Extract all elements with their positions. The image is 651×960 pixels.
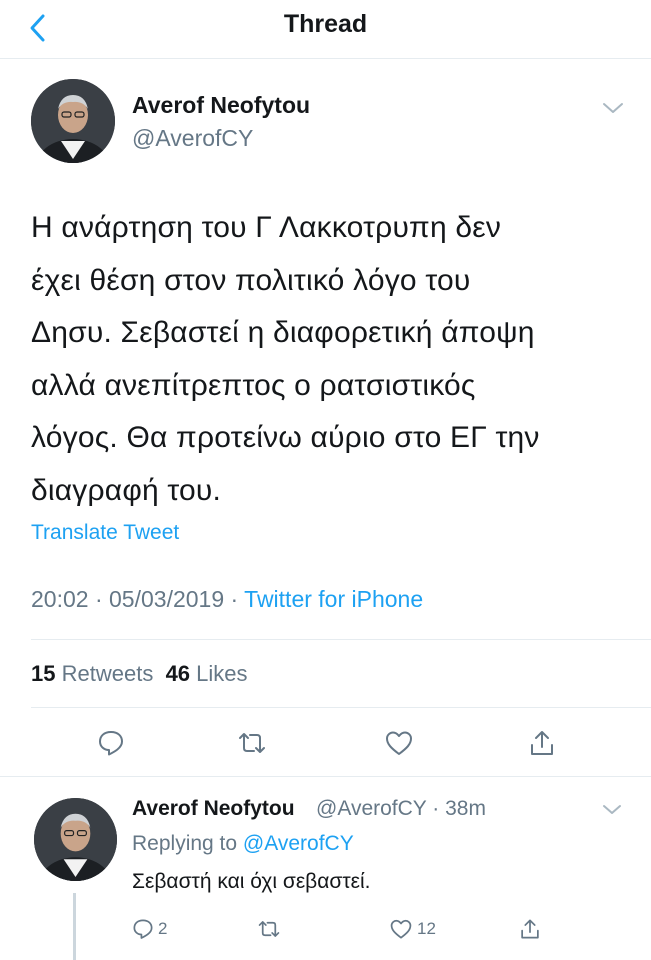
tweet-text-line: έχει θέση στον πολιτικό λόγο του <box>31 263 471 297</box>
reply-menu-button[interactable] <box>598 800 626 820</box>
retweets-count: 15 <box>31 661 56 686</box>
page-title: Thread <box>283 10 368 38</box>
tweet-text-line: αλλά ανεπίτρεπτος ο ρατσιστικός <box>31 368 476 402</box>
likes-stat[interactable]: 46 Likes <box>166 661 248 686</box>
reply-age: 38m <box>445 797 486 820</box>
meta-separator: · <box>224 586 245 612</box>
tweet-text-line: λόγος. Θα προτείνω αύριο στο ΕΓ την <box>31 421 540 454</box>
divider <box>31 639 651 640</box>
like-button[interactable] <box>379 723 419 763</box>
reply-author-name[interactable]: Averof Neofytou <box>132 797 295 821</box>
share-icon <box>521 919 539 939</box>
speech-bubble-icon <box>99 731 123 756</box>
likes-count: 46 <box>165 661 191 686</box>
heart-icon <box>386 731 412 755</box>
thread-header: Thread <box>0 0 651 59</box>
retweets-label: Retweets <box>61 661 154 686</box>
replying-to-link[interactable]: @AverofCY <box>243 832 354 855</box>
tweet-stats: 15 Retweets 46 Likes <box>31 661 248 687</box>
tweet-source-link[interactable]: Twitter for iPhone <box>244 586 423 612</box>
profile-photo <box>34 798 117 881</box>
replying-to: Replying to @AverofCY <box>132 832 354 856</box>
author-handle[interactable]: @AverofCY <box>132 125 253 152</box>
tweet-date: 05/03/2019 <box>109 586 225 612</box>
reply-text: Σεβαστή και όχι σεβαστεί. <box>132 870 371 893</box>
reply-button[interactable] <box>91 723 131 763</box>
tweet-text: Η ανάρτηση του Γ Λακκοτρυπη δεν έχει θέσ… <box>31 202 631 517</box>
reply-share-button[interactable] <box>519 914 541 944</box>
like-count: 12 <box>417 919 436 938</box>
tweet-time: 20:02 <box>31 586 89 612</box>
translate-tweet-link[interactable]: Translate Tweet <box>31 521 179 545</box>
heart-icon <box>390 919 412 939</box>
retweet-button[interactable] <box>232 723 272 763</box>
tweet-text-line: Δησυ. Σεβαστεί η διαφορετική άποψη <box>31 316 535 349</box>
likes-label: Likes <box>196 661 248 686</box>
chevron-down-icon <box>603 805 621 814</box>
profile-photo <box>31 79 115 163</box>
divider <box>0 776 651 777</box>
retweet-icon <box>258 921 280 937</box>
reply-like-button[interactable]: 12 <box>389 914 436 944</box>
reply-retweet-button[interactable] <box>256 914 282 944</box>
reply-author-handle[interactable]: @AverofCY <box>316 797 426 820</box>
share-icon <box>531 731 553 755</box>
tweet-text-line: διαγραφή του. <box>31 473 222 507</box>
retweet-icon <box>239 733 265 753</box>
meta-separator: · <box>426 797 446 820</box>
tweet-menu-button[interactable] <box>598 97 628 119</box>
avatar[interactable] <box>31 79 115 163</box>
thread-connector-line <box>73 893 76 960</box>
share-button[interactable] <box>522 723 562 763</box>
divider <box>31 707 651 708</box>
author-name[interactable]: Averof Neofytou <box>132 92 310 119</box>
tweet-text-line: Η ανάρτηση του Γ Λακκοτρυπη δεν <box>31 211 502 244</box>
chevron-down-icon <box>603 103 623 113</box>
avatar[interactable] <box>34 798 117 881</box>
speech-bubble-icon <box>133 919 153 939</box>
retweets-stat[interactable]: 15 Retweets <box>31 661 153 686</box>
reply-count: 2 <box>158 919 168 938</box>
tweet-meta: 20:02 · 05/03/2019 · Twitter for iPhone <box>31 586 423 613</box>
reply-reply-button[interactable]: 2 <box>132 914 167 944</box>
meta-separator: · <box>88 586 110 612</box>
replying-prefix: Replying to <box>132 832 238 855</box>
reply-handle-meta: @AverofCY · 38m <box>316 797 486 821</box>
